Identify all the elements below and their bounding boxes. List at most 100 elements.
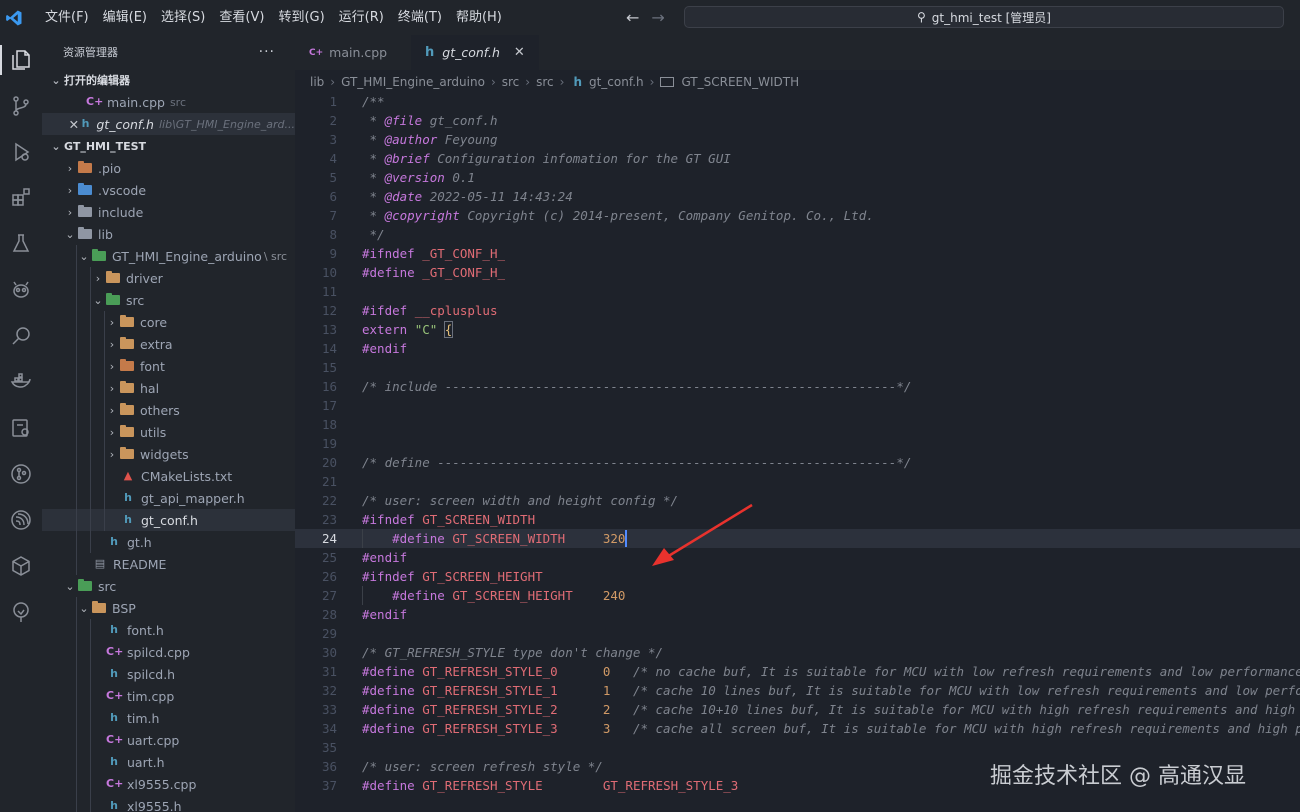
espressif-icon[interactable]	[0, 501, 42, 539]
code-line[interactable]: #define GT_REFRESH_STYLE_3 3 /* cache al…	[362, 719, 1300, 738]
code-line[interactable]: * @copyright Copyright (c) 2014-present,…	[362, 206, 874, 225]
command-center-search[interactable]: ⚲ gt_hmi_test [管理员]	[684, 6, 1284, 28]
code-line[interactable]: /* include -----------------------------…	[362, 377, 911, 396]
code-line[interactable]: #define GT_REFRESH_STYLE_1 1 /* cache 10…	[362, 681, 1300, 700]
platformio-alien-icon[interactable]	[0, 271, 42, 309]
code-line[interactable]: * @version 0.1	[362, 168, 475, 187]
remote-explorer-icon[interactable]	[0, 409, 42, 447]
git-graph-icon[interactable]	[0, 455, 42, 493]
tree-item[interactable]: ▤ README	[42, 553, 295, 575]
breadcrumb-item[interactable]: gt_conf.h	[589, 75, 644, 89]
tree-item[interactable]: ⌄ GT_HMI_Engine_arduino \ src	[42, 245, 295, 267]
code-line[interactable]: #define GT_SCREEN_HEIGHT 240	[362, 586, 625, 605]
tab-gt-conf-h[interactable]: h gt_conf.h ✕	[411, 35, 539, 70]
tree-item[interactable]: h tim.h	[42, 707, 295, 729]
code-line[interactable]: #endif	[362, 548, 407, 567]
code-line[interactable]: * @file gt_conf.h	[362, 111, 498, 130]
open-editor-item[interactable]: C+ main.cpp src	[42, 91, 295, 113]
code-line[interactable]: /**	[362, 92, 385, 111]
code-token: #define	[362, 265, 415, 280]
breadcrumb-item[interactable]: src	[502, 75, 520, 89]
tree-item[interactable]: › widgets	[42, 443, 295, 465]
code-line[interactable]: #ifdef __cplusplus	[362, 301, 497, 320]
explorer-icon[interactable]	[0, 41, 42, 79]
tree-item[interactable]: h uart.h	[42, 751, 295, 773]
menu-item[interactable]: 运行(R)	[332, 0, 391, 35]
code-line[interactable]: #define GT_REFRESH_STYLE_0 0 /* no cache…	[362, 662, 1300, 681]
tree-item[interactable]: C+ spilcd.cpp	[42, 641, 295, 663]
code-line[interactable]: #ifndef GT_SCREEN_HEIGHT	[362, 567, 543, 586]
code-line[interactable]: * @author Feyoung	[362, 130, 498, 149]
tree-item[interactable]: ⌄ src	[42, 289, 295, 311]
tree-item[interactable]: C+ tim.cpp	[42, 685, 295, 707]
menu-item[interactable]: 帮助(H)	[449, 0, 509, 35]
tree-item[interactable]: C+ uart.cpp	[42, 729, 295, 751]
breadcrumb-item[interactable]: GT_HMI_Engine_arduino	[341, 75, 485, 89]
tree-item[interactable]: h gt.h	[42, 531, 295, 553]
source-control-icon[interactable]	[0, 87, 42, 125]
cube-3d-icon[interactable]	[0, 547, 42, 585]
close-icon[interactable]: ✕	[68, 117, 80, 132]
code-line[interactable]: #ifndef GT_SCREEN_WIDTH	[362, 510, 535, 529]
code-line[interactable]: #define GT_SCREEN_WIDTH 320	[362, 529, 625, 548]
tree-item[interactable]: › .pio	[42, 157, 295, 179]
tree-item[interactable]: › font	[42, 355, 295, 377]
tree-item[interactable]: › extra	[42, 333, 295, 355]
back-arrow-icon[interactable]: ←	[626, 8, 639, 27]
tree-item[interactable]: › include	[42, 201, 295, 223]
code-line[interactable]: #define _GT_CONF_H_	[362, 263, 505, 282]
code-line[interactable]: */	[362, 225, 385, 244]
code-line[interactable]: #define GT_REFRESH_STYLE_2 2 /* cache 10…	[362, 700, 1300, 719]
menu-item[interactable]: 查看(V)	[212, 0, 271, 35]
tree-item[interactable]: › driver	[42, 267, 295, 289]
breadcrumb-item[interactable]: GT_SCREEN_WIDTH	[681, 75, 799, 89]
breadcrumb-item[interactable]: src	[536, 75, 554, 89]
open-editors-section[interactable]: ⌄ 打开的编辑器	[42, 69, 295, 91]
close-tab-icon[interactable]: ✕	[514, 45, 525, 60]
tree-item[interactable]: ▲ CMakeLists.txt	[42, 465, 295, 487]
workspace-section[interactable]: ⌄ GT_HMI_TEST	[42, 135, 295, 157]
open-editor-item-active[interactable]: ✕ h gt_conf.h lib\GT_HMI_Engine_ard...	[42, 113, 295, 135]
code-line[interactable]: #ifndef _GT_CONF_H_	[362, 244, 505, 263]
tree-item[interactable]: › others	[42, 399, 295, 421]
menu-item[interactable]: 选择(S)	[154, 0, 212, 35]
code-line[interactable]: #endif	[362, 339, 407, 358]
tree-item[interactable]: h gt_api_mapper.h	[42, 487, 295, 509]
code-line[interactable]: * @brief Configuration infomation for th…	[362, 149, 731, 168]
tab-main-cpp[interactable]: C+ main.cpp	[295, 35, 411, 70]
code-line[interactable]: #endif	[362, 605, 407, 624]
tree-item[interactable]: › .vscode	[42, 179, 295, 201]
code-line[interactable]: #define GT_REFRESH_STYLE GT_REFRESH_STYL…	[362, 776, 738, 795]
code-line[interactable]: /* user: screen refresh style */	[362, 757, 603, 776]
tree-item[interactable]: › core	[42, 311, 295, 333]
breadcrumb-item[interactable]: lib	[310, 75, 324, 89]
docker-icon[interactable]	[0, 363, 42, 401]
code-line[interactable]: /* user: screen width and height config …	[362, 491, 678, 510]
menu-item[interactable]: 编辑(E)	[96, 0, 154, 35]
code-editor[interactable]: 1 2 3 4 5 6 7 8 9 10 11 12 13 14 15 16 17 18 19 20 21 22 23 24 2…	[295, 92, 1300, 812]
tree-item[interactable]: › hal	[42, 377, 295, 399]
search-sidebar-icon[interactable]	[0, 317, 42, 355]
tree-item[interactable]: ⌄ BSP	[42, 597, 295, 619]
tree-item[interactable]: h font.h	[42, 619, 295, 641]
code-line[interactable]: /* GT_REFRESH_STYLE type don't change */	[362, 643, 663, 662]
tree-item[interactable]: h spilcd.h	[42, 663, 295, 685]
tree-item[interactable]: C+ xl9555.cpp	[42, 773, 295, 795]
extensions-icon[interactable]	[0, 179, 42, 217]
tree-item[interactable]: ⌄ src	[42, 575, 295, 597]
code-line[interactable]: /* define ------------------------------…	[362, 453, 911, 472]
code-line[interactable]: * @date 2022-05-11 14:43:24	[362, 187, 573, 206]
menu-item[interactable]: 文件(F)	[38, 0, 96, 35]
code-line[interactable]: extern "C" {	[362, 320, 454, 339]
tree-item[interactable]: h gt_conf.h	[42, 509, 295, 531]
tree-icon[interactable]	[0, 593, 42, 631]
tree-item[interactable]: h xl9555.h	[42, 795, 295, 812]
tree-item[interactable]: ⌄ lib	[42, 223, 295, 245]
more-actions-icon[interactable]: ···	[259, 44, 275, 60]
menu-item[interactable]: 终端(T)	[391, 0, 449, 35]
menu-item[interactable]: 转到(G)	[271, 0, 331, 35]
testing-flask-icon[interactable]	[0, 225, 42, 263]
tree-item[interactable]: › utils	[42, 421, 295, 443]
run-debug-icon[interactable]	[0, 133, 42, 171]
forward-arrow-icon[interactable]: →	[651, 8, 664, 27]
